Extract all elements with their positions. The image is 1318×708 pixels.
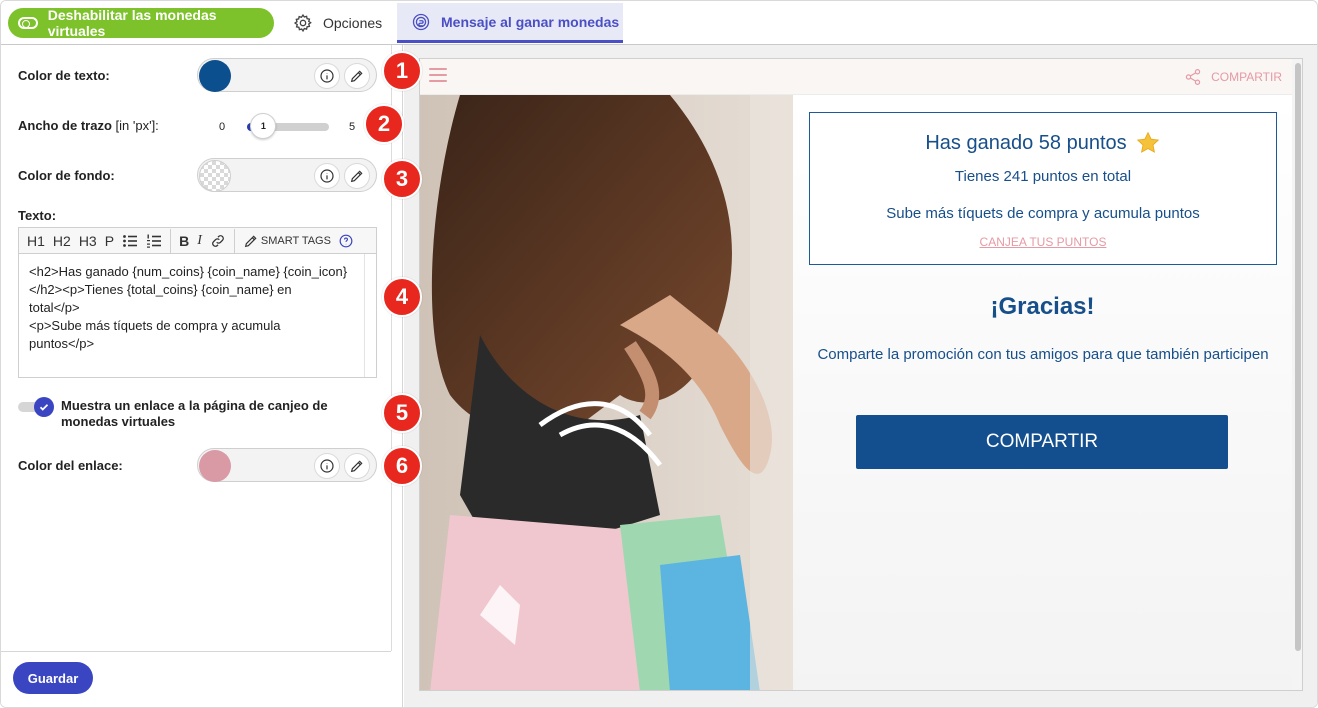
preview-frame: COMPARTIR Has ganado 58 puntos Tienes 24… bbox=[419, 58, 1303, 691]
numbered-list-icon bbox=[147, 234, 162, 248]
marker-1: 1 bbox=[382, 51, 422, 91]
smart-tags-button[interactable]: SMART TAGS bbox=[239, 229, 335, 253]
toolbar-divider bbox=[170, 228, 172, 253]
help-button[interactable] bbox=[335, 229, 357, 253]
bg-color-label: Color de fondo: bbox=[18, 168, 115, 183]
pencil-icon[interactable] bbox=[344, 453, 370, 479]
info-icon[interactable] bbox=[314, 453, 340, 479]
header-share-label: COMPARTIR bbox=[1211, 70, 1282, 84]
show-redeem-link-toggle[interactable] bbox=[18, 397, 54, 417]
show-redeem-link-label: Muestra un enlace a la página de canjeo … bbox=[61, 398, 328, 429]
coins-earned-heading-text: Has ganado 58 puntos bbox=[925, 131, 1127, 154]
info-icon[interactable] bbox=[314, 163, 340, 189]
app-window: Deshabilitar las monedas virtuales Opcio… bbox=[0, 0, 1318, 708]
eraser-icon bbox=[244, 234, 257, 247]
bold-button[interactable]: B bbox=[175, 229, 193, 253]
italic-button[interactable]: I bbox=[193, 229, 206, 253]
stroke-width-unit: [in 'px']: bbox=[115, 118, 159, 133]
coins-icon bbox=[412, 13, 430, 30]
link-color-field[interactable] bbox=[197, 448, 377, 482]
link-color-swatch[interactable] bbox=[199, 450, 231, 482]
h2-button[interactable]: H2 bbox=[49, 229, 75, 253]
h1-button[interactable]: H1 bbox=[23, 229, 49, 253]
share-icon bbox=[1185, 69, 1201, 85]
preview-header: COMPARTIR bbox=[420, 59, 1302, 95]
coins-earned-card: Has ganado 58 puntos Tienes 241 puntos e… bbox=[809, 112, 1277, 265]
save-button[interactable]: Guardar bbox=[13, 662, 93, 694]
bullet-list-icon bbox=[123, 234, 138, 247]
thanks-heading: ¡Gracias! bbox=[990, 293, 1095, 320]
text-label: Texto: bbox=[18, 208, 57, 223]
checkmark-icon bbox=[34, 397, 54, 417]
woman-with-bags-illustration bbox=[420, 95, 793, 690]
shopping-photo bbox=[420, 95, 793, 690]
marker-4: 4 bbox=[382, 277, 422, 317]
share-button[interactable]: COMPARTIR bbox=[856, 415, 1228, 469]
preview-scrollbar-thumb[interactable] bbox=[1295, 63, 1301, 651]
rich-text-editor: H1 H2 H3 P B I SMART TAGS <h2>Has ganado… bbox=[18, 227, 377, 378]
bg-color-swatch-transparent[interactable] bbox=[199, 160, 231, 192]
stroke-width-title: Ancho de trazo bbox=[18, 118, 112, 133]
link-color-label: Color del enlace: bbox=[18, 458, 123, 473]
star-icon bbox=[1136, 131, 1159, 153]
pencil-icon[interactable] bbox=[344, 63, 370, 89]
toolbar-divider bbox=[233, 228, 235, 253]
disable-virtual-coins-button[interactable]: Deshabilitar las monedas virtuales bbox=[8, 7, 274, 39]
editor-scrollbar[interactable] bbox=[364, 254, 376, 377]
marker-2: 2 bbox=[364, 104, 404, 144]
total-coins-text: Tienes 241 puntos en total bbox=[954, 168, 1132, 185]
stroke-min-value: 0 bbox=[219, 121, 226, 133]
smart-tags-label: SMART TAGS bbox=[260, 234, 331, 247]
settings-panel: Color de texto: Ancho de trazo [in 'px']… bbox=[1, 45, 403, 707]
numbered-list-button[interactable] bbox=[142, 229, 166, 253]
tab-earn-message[interactable]: Mensaje al ganar monedas bbox=[397, 3, 623, 43]
h3-button[interactable]: H3 bbox=[75, 229, 101, 253]
text-color-label: Color de texto: bbox=[18, 68, 110, 83]
coins-earned-heading: Has ganado 58 puntos bbox=[810, 130, 1276, 156]
toggle-icon bbox=[18, 17, 38, 29]
redeem-points-link[interactable]: CANJEA TUS PUNTOS bbox=[810, 235, 1276, 249]
stroke-max-value: 5 bbox=[349, 121, 356, 133]
help-icon bbox=[339, 234, 353, 247]
bg-color-field[interactable] bbox=[197, 158, 377, 192]
bullet-list-button[interactable] bbox=[118, 229, 142, 253]
text-color-swatch[interactable] bbox=[199, 60, 231, 92]
preview-content: Has ganado 58 puntos Tienes 241 puntos e… bbox=[793, 95, 1292, 690]
editor-content[interactable]: <h2>Has ganado {num_coins} {coin_name} {… bbox=[19, 254, 365, 362]
tab-options[interactable]: Opciones bbox=[293, 3, 382, 43]
link-button[interactable] bbox=[206, 229, 230, 253]
marker-3: 3 bbox=[382, 159, 422, 199]
header-share-link[interactable]: COMPARTIR bbox=[1184, 68, 1282, 86]
paragraph-button[interactable]: P bbox=[101, 229, 118, 253]
gear-icon bbox=[293, 13, 312, 33]
pencil-icon[interactable] bbox=[344, 163, 370, 189]
tab-earn-message-label: Mensaje al ganar monedas bbox=[441, 13, 620, 30]
editor-toolbar: H1 H2 H3 P B I SMART TAGS bbox=[19, 228, 376, 254]
info-icon[interactable] bbox=[314, 63, 340, 89]
hamburger-menu-icon[interactable] bbox=[429, 68, 447, 82]
link-icon bbox=[211, 234, 224, 247]
share-promotion-text: Comparte la promoción con tus amigos par… bbox=[817, 346, 1269, 363]
preview-scrollbar[interactable] bbox=[1292, 59, 1302, 690]
panel-footer: Guardar bbox=[1, 651, 391, 707]
text-color-field[interactable] bbox=[197, 58, 377, 92]
marker-5: 5 bbox=[382, 393, 422, 433]
top-bar: Deshabilitar las monedas virtuales Opcio… bbox=[1, 1, 1317, 45]
disable-virtual-coins-label: Deshabilitar las monedas virtuales bbox=[47, 7, 217, 39]
stroke-width-slider-knob[interactable]: 1 bbox=[250, 113, 277, 139]
marker-6: 6 bbox=[382, 446, 422, 486]
tab-options-label: Opciones bbox=[323, 15, 383, 31]
stroke-width-label: Ancho de trazo [in 'px']: bbox=[18, 118, 159, 133]
upload-receipts-text: Sube más tíquets de compra y acumula pun… bbox=[886, 205, 1200, 222]
